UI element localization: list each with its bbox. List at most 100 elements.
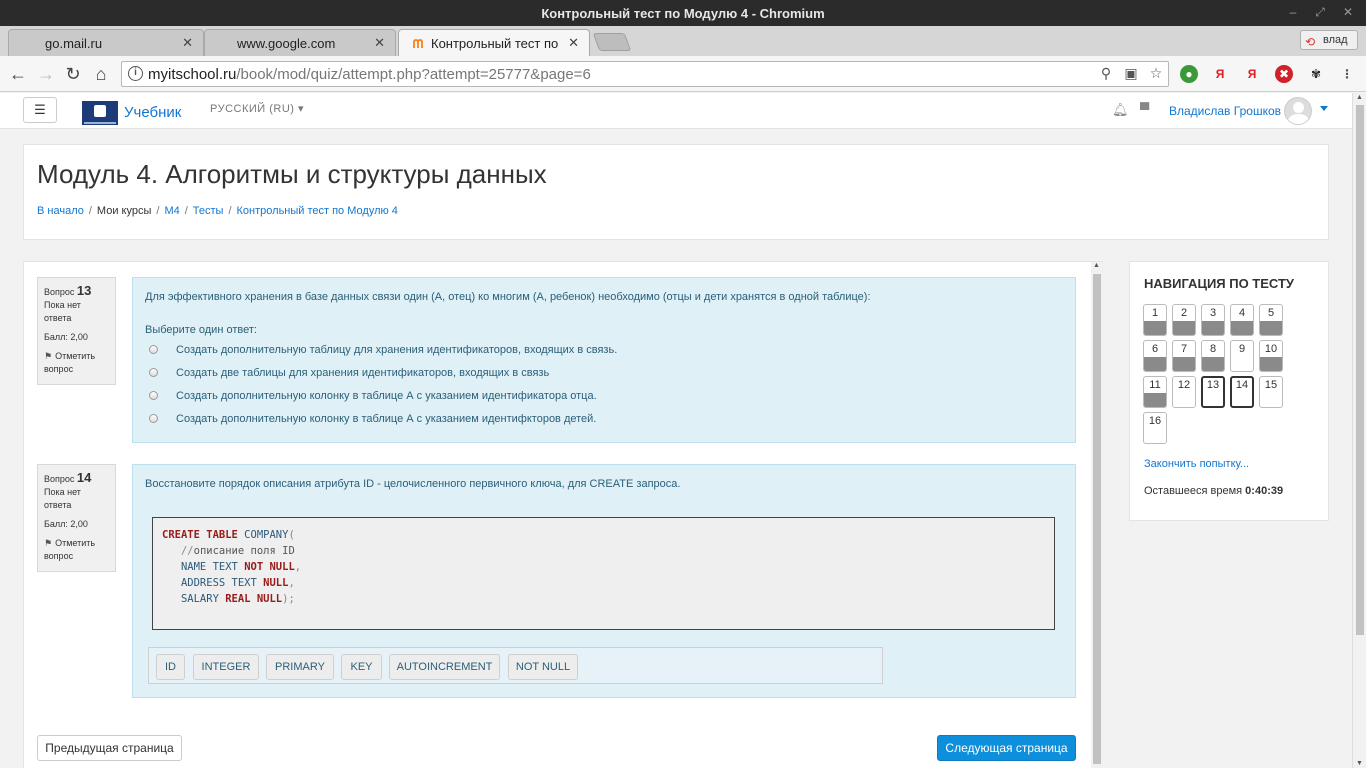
question-status-2: ответа [44,313,72,323]
messages-icon[interactable]: ▀ [1140,102,1149,117]
quiz-nav-item[interactable]: 5 [1259,304,1283,336]
breadcrumb-quiz[interactable]: Контрольный тест по Модулю 4 [237,205,398,217]
previous-page-button[interactable]: Предыдущая страница [37,735,182,761]
site-logo[interactable] [82,101,118,125]
quiz-nav-item[interactable]: 10 [1259,340,1283,372]
quiz-nav-item[interactable]: 14 [1230,376,1254,408]
question-score: Балл: 2,00 [44,519,88,529]
quiz-nav-item[interactable]: 2 [1172,304,1196,336]
question-status-2: ответа [44,500,72,510]
quiz-nav-item[interactable]: 9 [1230,340,1254,372]
close-tab-icon[interactable]: ✕ [182,35,193,51]
quiz-navigation: НАВИГАЦИЯ ПО ТЕСТУ 1 2 3 4 5 6 7 8 9 10 … [1129,261,1329,521]
forward-arrow-icon[interactable]: → [36,64,56,84]
info-icon[interactable]: i [128,66,143,81]
quiz-nav-item[interactable]: 7 [1172,340,1196,372]
breadcrumb-m4[interactable]: М4 [164,205,179,217]
quiz-nav-item[interactable]: 16 [1143,412,1167,444]
flag-question[interactable]: ⚑ Отметить [44,350,109,363]
radio-button[interactable] [149,414,158,423]
answer-label[interactable]: Создать дополнительную таблицу для хране… [176,344,617,356]
home-icon[interactable]: ⌂ [91,64,111,84]
quiz-nav-item[interactable]: 11 [1143,376,1167,408]
time-value: 0:40:39 [1245,485,1284,497]
tab-label: go.mail.ru [45,36,103,51]
close-tab-icon[interactable]: ✕ [568,35,579,51]
back-arrow-icon[interactable]: ← [8,64,28,84]
profile-badge-label: влад [1323,34,1348,46]
code-keyword: CREATE TABLE [162,529,238,541]
drag-chip-id[interactable]: ID [156,654,185,680]
question-status: Пока нет [44,487,81,497]
maximize-icon[interactable]: ⤢ [1312,4,1328,20]
radio-button[interactable] [149,391,158,400]
user-name[interactable]: Владислав Грошков [1169,104,1281,118]
adblock-icon[interactable]: ✖ [1275,65,1293,83]
quiz-nav-item[interactable]: 3 [1201,304,1225,336]
code-punct: , [288,577,295,589]
drag-chip-key[interactable]: KEY [341,654,382,680]
zoom-icon[interactable]: ⚲ [1097,65,1115,83]
quiz-nav-item[interactable]: 6 [1143,340,1167,372]
extension-green-icon[interactable]: ● [1180,65,1198,83]
bookmark-star-icon[interactable]: ☆ [1147,65,1165,83]
quiz-nav-item[interactable]: 12 [1172,376,1196,408]
tab-go-mail[interactable]: go.mail.ru ✕ [8,29,204,56]
drag-chip-primary[interactable]: PRIMARY [266,654,334,680]
new-tab-button[interactable] [592,33,632,51]
breadcrumb-tests[interactable]: Тесты [193,205,224,217]
close-tab-icon[interactable]: ✕ [374,35,385,51]
menu-dots-icon[interactable]: ⋮ [1338,65,1356,83]
tab-google[interactable]: www.google.com ✕ [204,29,396,56]
drag-chip-integer[interactable]: INTEGER [193,654,259,680]
quiz-nav-item[interactable]: 15 [1259,376,1283,408]
breadcrumb-home[interactable]: В начало [37,205,84,217]
site-brand[interactable]: Учебник [124,104,181,121]
yandex-icon[interactable]: Я [1211,65,1229,83]
next-page-button[interactable]: Следующая страница [937,735,1076,761]
drag-chip-autoincrement[interactable]: AUTOINCREMENT [389,654,500,680]
tab-label: www.google.com [237,36,336,51]
question-14-info: Вопрос 14 Пока нет ответа Балл: 2,00 ⚑ От… [37,464,116,572]
content-scrollbar[interactable]: ▲ [1091,262,1103,768]
code-punct: // [180,545,194,557]
quiz-nav-item[interactable]: 13 [1201,376,1225,408]
flag-label-2[interactable]: вопрос [44,363,109,376]
close-window-icon[interactable]: ✕ [1340,4,1356,20]
url-host: myitschool.ru [148,66,237,83]
tab-quiz[interactable]: Контрольный тест по ✕ [398,29,590,56]
quiz-content: ▲ Вопрос 13 Пока нет ответа Балл: 2,00 ⚑… [23,261,1103,768]
browser-toolbar: ← → ↻ ⌂ i myitschool.ru/book/mod/quiz/at… [0,56,1366,92]
minimize-icon[interactable]: – [1285,4,1301,20]
quiz-nav-item[interactable]: 8 [1201,340,1225,372]
answer-label[interactable]: Создать две таблицы для хранения идентиф… [176,367,549,379]
menu-button[interactable]: ☰ [23,97,57,123]
yandex-alt-icon[interactable]: Я [1243,65,1261,83]
drag-chip-not-null[interactable]: NOT NULL [508,654,578,680]
profile-badge[interactable]: ⟲ влад [1300,30,1358,50]
address-bar[interactable]: i myitschool.ru/book/mod/quiz/attempt.ph… [121,61,1169,87]
flag-label-2[interactable]: вопрос [44,550,109,563]
radio-button[interactable] [149,368,158,377]
translate-icon[interactable]: ▣ [1122,65,1140,83]
time-label: Оставшееся время [1144,485,1243,497]
page-scrollbar[interactable]: ▲ ▼ [1352,93,1366,768]
reload-icon[interactable]: ↻ [63,64,83,84]
answer-label[interactable]: Создать дополнительную колонку в таблице… [176,390,597,402]
question-text: Восстановите порядок описания атрибута I… [145,478,681,490]
question-number: 14 [76,470,92,485]
quiz-nav-item[interactable]: 1 [1143,304,1167,336]
user-menu-caret-icon[interactable] [1320,106,1328,111]
language-select[interactable]: РУССКИЙ (RU) ▾ [210,102,304,115]
url-text[interactable]: myitschool.ru/book/mod/quiz/attempt.php?… [148,66,591,83]
notifications-bell-icon[interactable]: 🔔︎ [1112,102,1129,118]
radio-button[interactable] [149,345,158,354]
answer-label[interactable]: Создать дополнительную колонку в таблице… [176,413,596,425]
question-number: 13 [76,283,92,298]
quiz-nav-item[interactable]: 4 [1230,304,1254,336]
finish-attempt-link[interactable]: Закончить попытку... [1144,458,1249,470]
flag-question[interactable]: ⚑ Отметить [44,537,109,550]
extension-paw-icon[interactable]: ✾ [1307,65,1325,83]
avatar[interactable] [1284,97,1312,125]
code-keyword: NOT NULL [244,561,295,573]
